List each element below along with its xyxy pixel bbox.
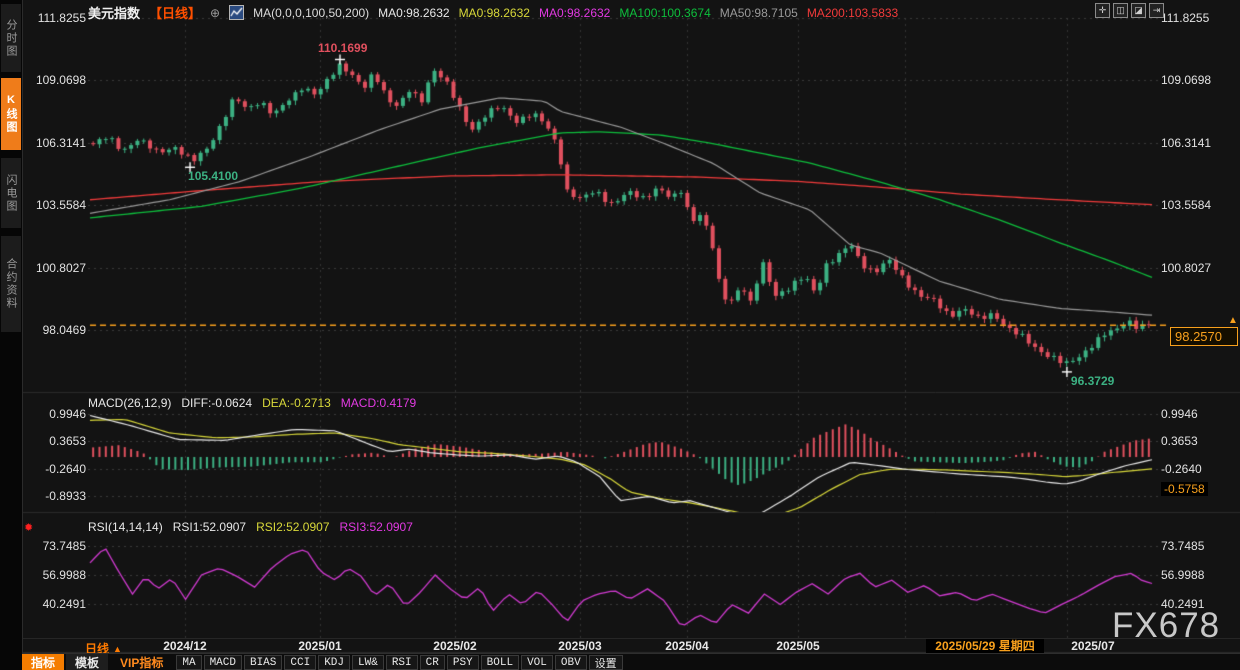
sidebar-tab-0[interactable]: 分时图: [1, 4, 21, 72]
price-axis-label-right: 111.8255: [1161, 11, 1209, 25]
mini-chart-icon[interactable]: [229, 5, 244, 20]
sidebar-tab-3[interactable]: 合约资料: [1, 236, 21, 332]
late-low-annotation: 96.3729: [1071, 374, 1114, 388]
macd-macd-value: MACD:0.4179: [341, 396, 416, 410]
macd-diff-value: DIFF:-0.0624: [181, 396, 252, 410]
macd-axis-label-left: 0.3653: [24, 434, 86, 448]
date-axis-label: 2025/05: [764, 639, 832, 653]
macd-title: MACD(26,12,9): [88, 396, 171, 410]
macd-axis-label-right: -0.2640: [1161, 462, 1202, 476]
chart-header: 美元指数 【日线】 ⊕ MA(0,0,0,100,50,200) MA0:98.…: [88, 3, 898, 22]
footer-tab-7[interactable]: KDJ: [318, 655, 350, 670]
rsi2-value: RSI2:52.0907: [256, 520, 329, 534]
ma-value-2: MA0:98.2632: [539, 6, 610, 20]
price-axis-label-left: 100.8027: [24, 261, 86, 275]
chart-toolbar: ✛◫◪⇥: [1095, 3, 1164, 18]
macd-axis-label-right: 0.3653: [1161, 434, 1198, 448]
price-marker-arrow-icon: ▲: [1228, 315, 1238, 326]
macd-axis-highlight: -0.5758: [1161, 482, 1208, 496]
footer-tab-13[interactable]: VOL: [521, 655, 553, 670]
alert-icon: ✹: [24, 521, 33, 534]
watermark: FX678: [1112, 606, 1220, 646]
macd-axis-label-left: 0.9946: [24, 407, 86, 421]
date-axis-label: 2024/12: [151, 639, 219, 653]
indicator-tab-bar: 指标模板VIP指标MAMACDBIASCCIKDJLW&RSICRPSYBOLL…: [22, 653, 1240, 670]
footer-tab-3[interactable]: MA: [176, 655, 201, 670]
footer-tab-8[interactable]: LW&: [352, 655, 384, 670]
split-pane-icon[interactable]: ✛: [1095, 3, 1110, 18]
mini-chart-icon-canvas: [230, 6, 243, 19]
price-axis-label-left: 111.8255: [24, 11, 86, 25]
rsi-axis-label-right: 73.7485: [1161, 539, 1204, 553]
price-axis-label-left: 103.5584: [24, 198, 86, 212]
footer-tab-1[interactable]: 模板: [66, 654, 108, 670]
current-price-box: 98.2570: [1170, 327, 1238, 346]
rsi-axis-label-left: 73.7485: [24, 539, 86, 553]
macd-axis-label-left: -0.2640: [24, 462, 86, 476]
period-dropdown-arrow-icon: ▲: [113, 644, 122, 654]
ma-values: MA0:98.2632 MA0:98.2632 MA0:98.2632 MA100:1…: [378, 6, 898, 20]
period-tag: 【日线】: [149, 3, 201, 22]
price-axis-label-right: 106.3141: [1161, 136, 1211, 150]
footer-tab-0[interactable]: 指标: [22, 654, 64, 670]
macd-dea-value: DEA:-0.2713: [262, 396, 331, 410]
rsi1-value: RSI1:52.0907: [173, 520, 246, 534]
rsi-header: RSI(14,14,14) RSI1:52.0907 RSI2:52.0907 …: [88, 520, 413, 534]
price-axis-label-left: 106.3141: [24, 136, 86, 150]
macd-axis-label-left: -0.8933: [24, 489, 86, 503]
macd-header: MACD(26,12,9) DIFF:-0.0624 DEA:-0.2713 M…: [88, 396, 416, 410]
rsi-title: RSI(14,14,14): [88, 520, 163, 534]
footer-tab-5[interactable]: BIAS: [244, 655, 282, 670]
sidebar-tab-2[interactable]: 闪电图: [1, 158, 21, 228]
rsi-axis-label-left: 40.2491: [24, 597, 86, 611]
ma-value-0: MA0:98.2632: [378, 6, 449, 20]
price-axis-label-right: 109.0698: [1161, 73, 1211, 87]
price-axis-label-right: 100.8027: [1161, 261, 1211, 275]
symbol-name: 美元指数: [88, 3, 140, 22]
footer-tab-4[interactable]: MACD: [204, 655, 242, 670]
footer-tab-14[interactable]: OBV: [555, 655, 587, 670]
ma-value-3: MA100:100.3674: [619, 6, 710, 20]
footer-tab-10[interactable]: CR: [420, 655, 445, 670]
price-axis-label-left: 98.0469: [24, 323, 86, 337]
price-axis-label-right: 103.5584: [1161, 198, 1211, 212]
ma-value-4: MA50:98.7105: [720, 6, 798, 20]
compare-add-icon[interactable]: ⊕: [210, 6, 220, 20]
footer-tab-12[interactable]: BOLL: [481, 655, 519, 670]
sidebar-tab-1[interactable]: K线图: [1, 78, 21, 150]
high-price-annotation: 110.1699: [318, 41, 367, 55]
rsi-axis-label-right: 56.9988: [1161, 568, 1204, 582]
pane-export-icon[interactable]: ◪: [1131, 3, 1146, 18]
price-axis-label-left: 109.0698: [24, 73, 86, 87]
early-low-annotation: 105.4100: [188, 169, 238, 183]
date-axis-label: 2025/02: [421, 639, 489, 653]
footer-tab-9[interactable]: RSI: [386, 655, 418, 670]
ma-value-5: MA200:103.5833: [807, 6, 898, 20]
date-axis-label: 2025/01: [286, 639, 354, 653]
footer-tab-15[interactable]: 设置: [589, 655, 623, 670]
footer-tab-11[interactable]: PSY: [447, 655, 479, 670]
rsi-axis-label-left: 56.9988: [24, 568, 86, 582]
chart-canvas[interactable]: [0, 0, 1240, 670]
pop-out-icon[interactable]: ⇥: [1149, 3, 1164, 18]
date-axis-label: 2025/03: [546, 639, 614, 653]
footer-tab-2[interactable]: VIP指标: [108, 654, 175, 670]
selected-date-badge: 2025/05/29 星期四: [926, 639, 1044, 653]
pane-chart-icon[interactable]: ◫: [1113, 3, 1128, 18]
chart-type-sidebar: 分时图 K线图闪电图合约资料: [0, 0, 23, 670]
footer-tab-6[interactable]: CCI: [284, 655, 316, 670]
trading-app-window: 分时图 K线图闪电图合约资料 美元指数 【日线】 ⊕ MA(0,0,0,100,5…: [0, 0, 1240, 670]
ma-settings-label: MA(0,0,0,100,50,200): [253, 6, 369, 20]
rsi3-value: RSI3:52.0907: [340, 520, 413, 534]
ma-value-1: MA0:98.2632: [459, 6, 530, 20]
macd-axis-label-right: 0.9946: [1161, 407, 1198, 421]
date-axis-label: 2025/04: [653, 639, 721, 653]
